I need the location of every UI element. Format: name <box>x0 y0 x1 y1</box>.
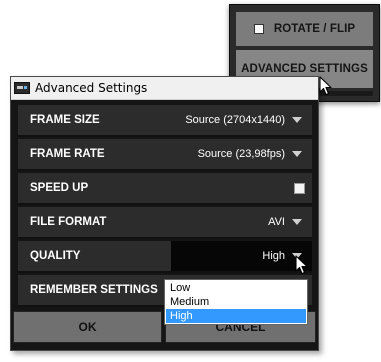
frame-size-select[interactable]: Source (2704x1440) <box>185 105 302 135</box>
speed-up-checkbox-wrap[interactable] <box>294 173 305 203</box>
app-icon <box>14 82 30 94</box>
triangle-down-icon[interactable] <box>292 151 302 157</box>
frame-rate-value: Source (23,98fps) <box>197 148 285 160</box>
triangle-down-icon[interactable] <box>292 219 302 225</box>
quality-row[interactable]: QUALITY High <box>18 241 312 273</box>
dialog-titlebar[interactable]: Advanced Settings <box>11 77 318 100</box>
file-format-value: AVI <box>268 216 285 228</box>
rotate-flip-label: ROTATE / FLIP <box>273 23 356 35</box>
file-format-label: FILE FORMAT <box>30 216 107 228</box>
remember-settings-label: REMEMBER SETTINGS <box>30 284 158 296</box>
triangle-down-icon[interactable] <box>292 117 302 123</box>
quality-value: High <box>262 250 285 262</box>
file-format-row[interactable]: FILE FORMAT AVI <box>18 207 312 239</box>
speed-up-row[interactable]: SPEED UP <box>18 173 312 205</box>
frame-rate-select[interactable]: Source (23,98fps) <box>198 139 302 169</box>
mouse-pointer-icon <box>295 255 308 275</box>
quality-option-high[interactable]: High <box>166 309 306 323</box>
file-format-select[interactable]: AVI <box>268 207 302 237</box>
quality-dropdown-list: Low Medium High <box>164 279 308 325</box>
frame-size-row[interactable]: FRAME SIZE Source (2704x1440) <box>18 105 312 137</box>
speed-up-checkbox[interactable] <box>294 182 305 194</box>
dialog-title: Advanced Settings <box>35 81 148 95</box>
frame-size-value: Source (2704x1440) <box>185 114 285 126</box>
advanced-settings-label: ADVANCED SETTINGS <box>241 63 368 75</box>
mouse-pointer-icon <box>319 76 332 96</box>
speed-up-label: SPEED UP <box>30 182 89 194</box>
ok-button[interactable]: OK <box>13 311 162 343</box>
frame-rate-label: FRAME RATE <box>30 148 105 160</box>
rotate-flip-menu-item[interactable]: ROTATE / FLIP <box>236 12 373 46</box>
frame-rate-row[interactable]: FRAME RATE Source (23,98fps) <box>18 139 312 171</box>
rotate-flip-checkbox[interactable] <box>253 24 264 34</box>
quality-option-low[interactable]: Low <box>166 281 306 295</box>
frame-size-label: FRAME SIZE <box>30 114 100 126</box>
quality-option-medium[interactable]: Medium <box>166 295 306 309</box>
quality-label: QUALITY <box>30 250 81 262</box>
